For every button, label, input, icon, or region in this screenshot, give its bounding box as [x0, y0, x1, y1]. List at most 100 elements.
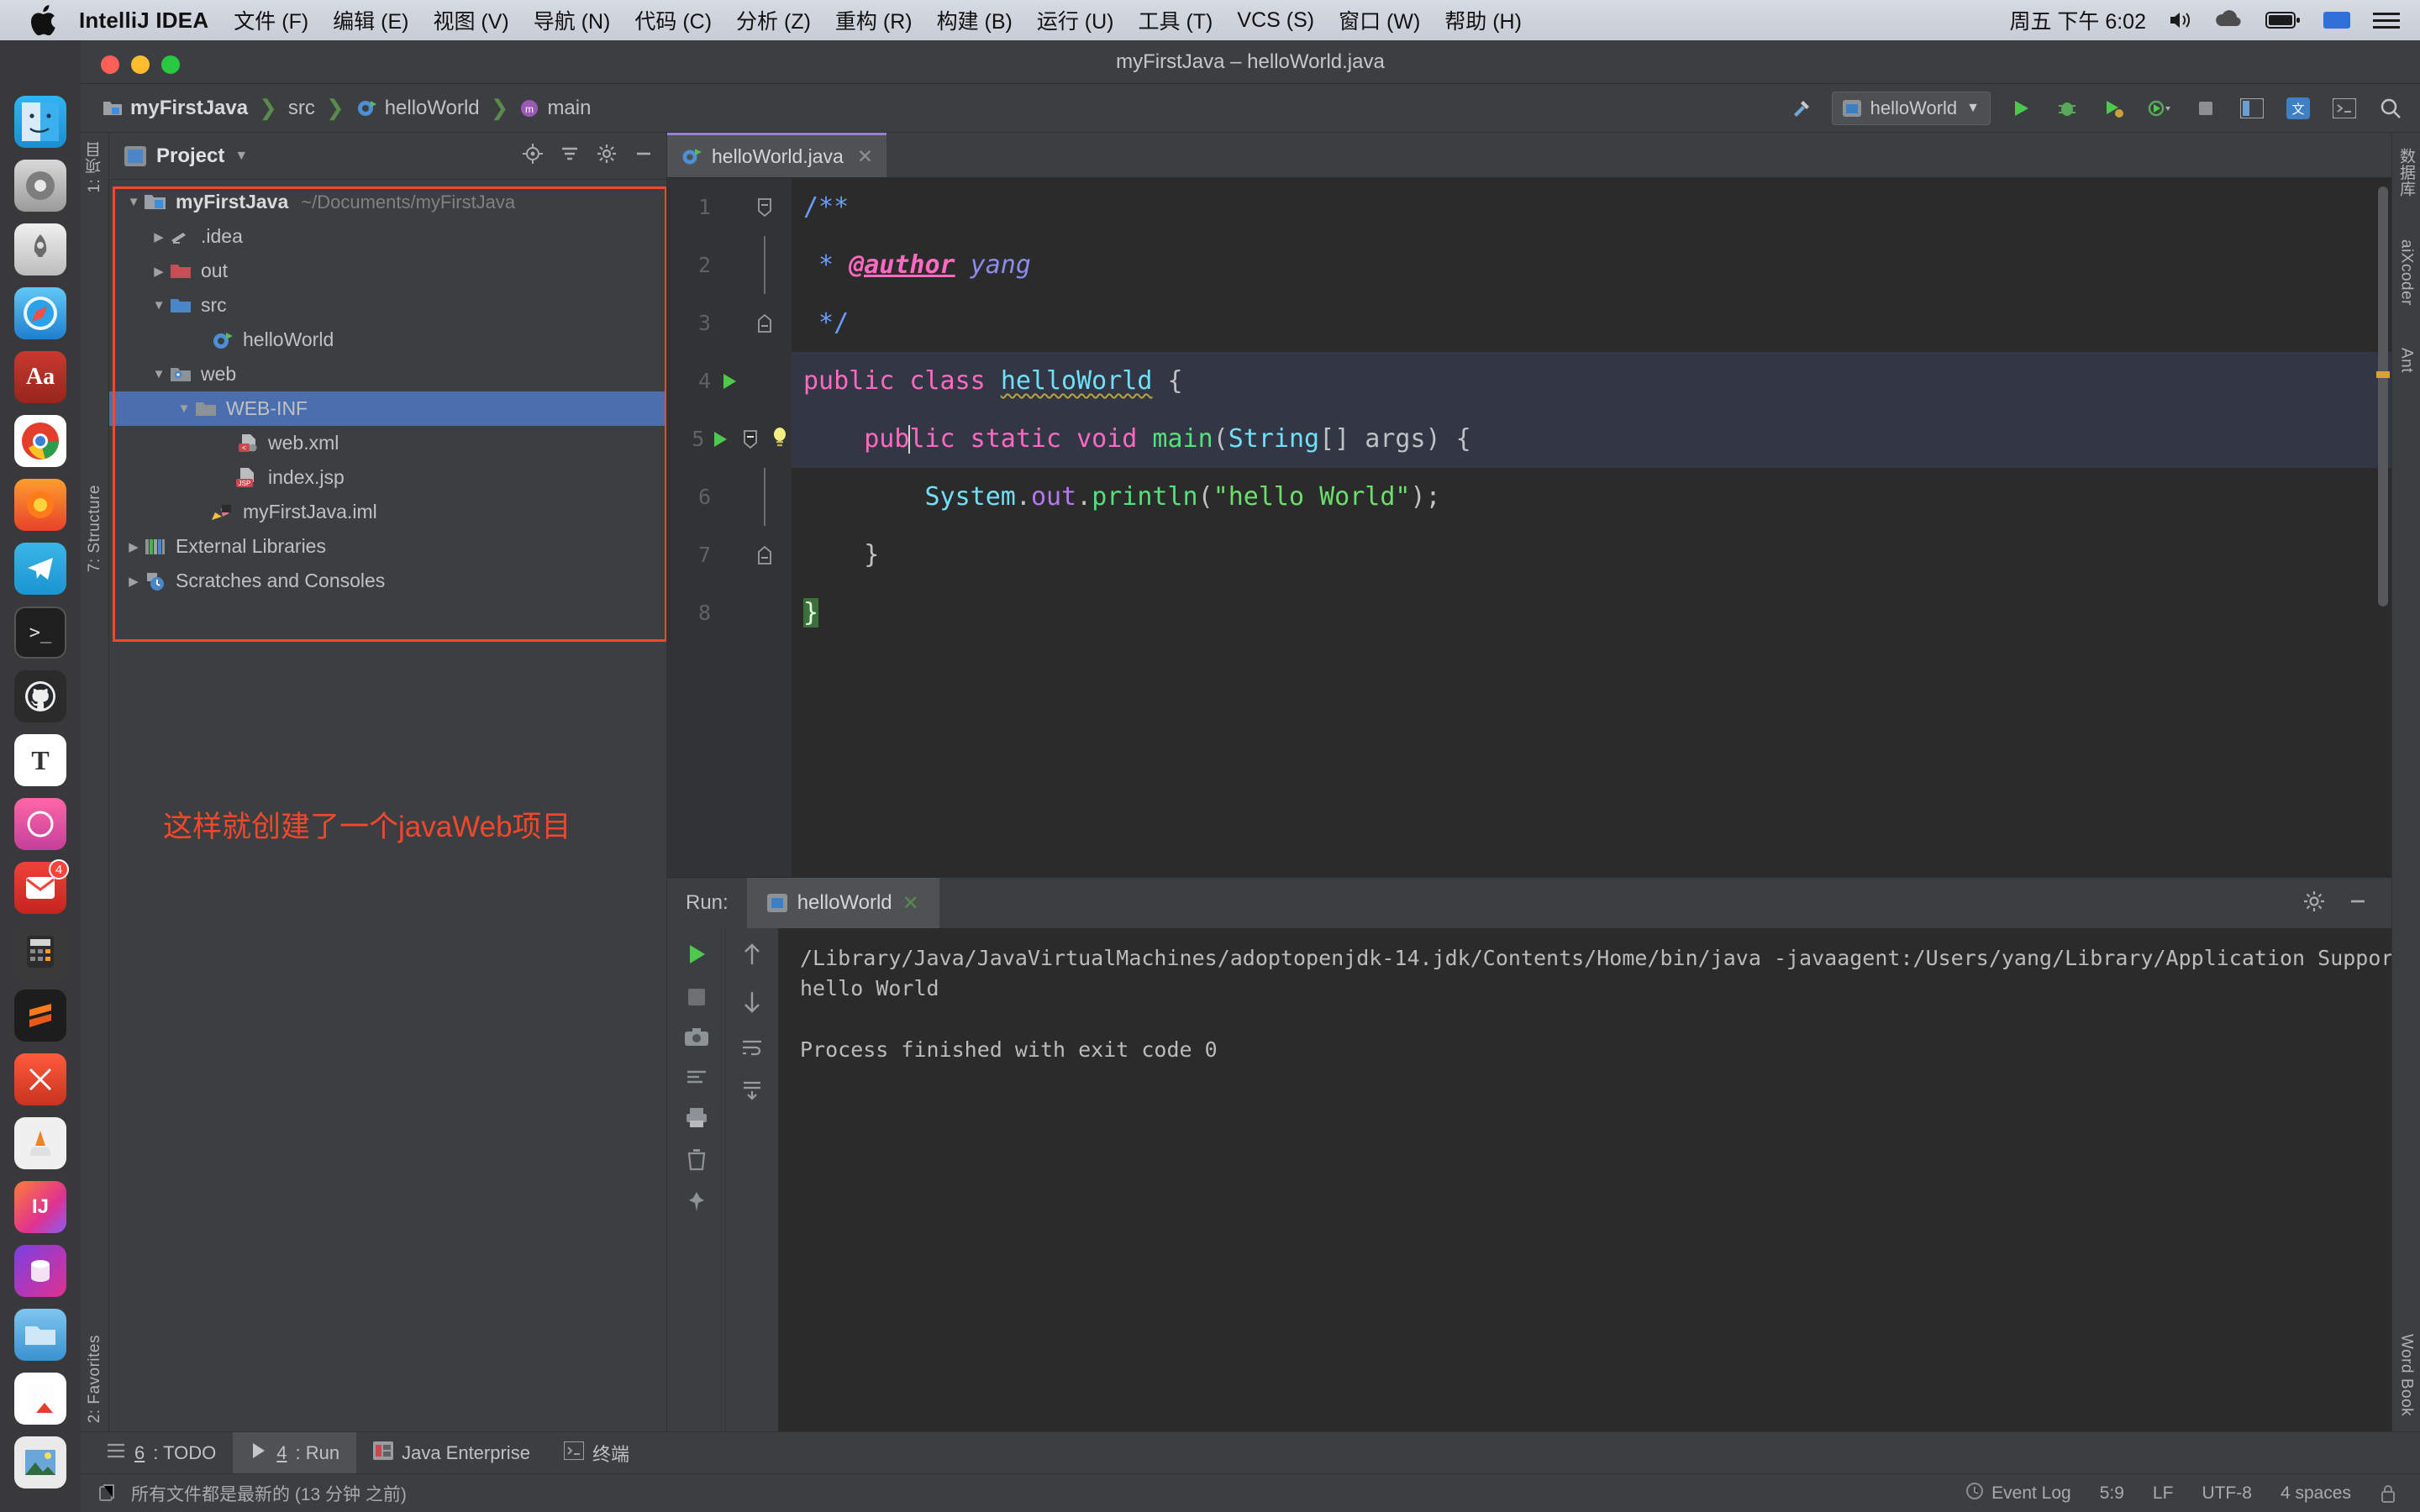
expand-arrow-icon[interactable]: ▼: [175, 402, 193, 416]
menu-item-edit[interactable]: 编辑 (E): [333, 5, 408, 35]
dock-system-preferences-icon[interactable]: [14, 160, 66, 212]
tool-button-aixcoder[interactable]: aiXcoder: [2397, 239, 2416, 306]
terminal-icon[interactable]: [2328, 92, 2360, 124]
code-text-area[interactable]: /** * @author yang */ public class hello…: [792, 178, 2391, 877]
breadcrumb-class[interactable]: helloWorld: [355, 97, 480, 120]
tree-row-web-xml[interactable]: ▶ < web.xml: [109, 426, 666, 460]
tree-row-scratches[interactable]: ▶ Scratches and Consoles: [109, 564, 666, 598]
dock-design-icon[interactable]: [14, 798, 66, 850]
up-icon[interactable]: [741, 942, 763, 971]
minimize-window-button[interactable]: [131, 55, 150, 74]
fold-marker-icon[interactable]: [748, 197, 781, 218]
tool-window-java-enterprise[interactable]: Java Enterprise: [356, 1432, 547, 1474]
tool-button-favorites[interactable]: 2: Favorites: [86, 1335, 104, 1423]
menu-clock[interactable]: 周五 下午 6:02: [2009, 5, 2146, 35]
run-tab-helloworld[interactable]: helloWorld ✕: [746, 878, 939, 928]
dock-xmind-icon[interactable]: [14, 1053, 66, 1105]
print-icon[interactable]: [685, 1106, 708, 1132]
dock-photos-icon[interactable]: [14, 1436, 66, 1488]
menu-item-navigate[interactable]: 导航 (N): [534, 5, 611, 35]
minimize-icon[interactable]: [2346, 890, 2370, 917]
tree-row-idea[interactable]: ▶ .idea: [109, 219, 666, 254]
dock-telegram-icon[interactable]: [14, 543, 66, 595]
chevron-down-icon[interactable]: ▼: [234, 149, 248, 164]
menu-app-name[interactable]: IntelliJ IDEA: [79, 8, 208, 34]
event-log-button[interactable]: Event Log: [1965, 1482, 2071, 1505]
dock-terminal-icon[interactable]: >_: [14, 606, 66, 659]
stop-icon[interactable]: [686, 986, 708, 1012]
soft-wrap-icon[interactable]: [740, 1037, 764, 1062]
run-configuration-selector[interactable]: helloWorld ▼: [1831, 91, 1991, 125]
settings-icon[interactable]: [2302, 890, 2326, 917]
menu-item-file[interactable]: 文件 (F): [234, 5, 308, 35]
lock-icon[interactable]: [2380, 1483, 2396, 1504]
expand-arrow-icon[interactable]: ▶: [150, 264, 168, 279]
dock-typora-icon[interactable]: T: [14, 734, 66, 786]
menu-item-window[interactable]: 窗口 (W): [1339, 5, 1420, 35]
expand-arrow-icon[interactable]: ▼: [150, 298, 168, 312]
tool-window-terminal[interactable]: 终端: [547, 1432, 646, 1474]
tool-button-ant[interactable]: Ant: [2397, 348, 2416, 373]
tree-row-external-libraries[interactable]: ▶ External Libraries: [109, 529, 666, 564]
status-indent[interactable]: 4 spaces: [2281, 1483, 2351, 1504]
profile-icon[interactable]: [2144, 92, 2175, 124]
expand-arrow-icon[interactable]: ▼: [150, 367, 168, 381]
trash-icon[interactable]: [686, 1147, 708, 1175]
status-caret-position[interactable]: 5:9: [2100, 1483, 2124, 1504]
stop-icon[interactable]: [2190, 92, 2222, 124]
locate-icon[interactable]: [522, 143, 544, 169]
fold-marker-icon[interactable]: [736, 428, 765, 450]
control-center-icon[interactable]: [2373, 10, 2400, 30]
tool-button-wordbook[interactable]: Word Book: [2397, 1334, 2416, 1416]
settings-icon[interactable]: [596, 143, 618, 169]
dock-firefox-icon[interactable]: [14, 479, 66, 531]
tree-row-src[interactable]: ▼ src: [109, 288, 666, 323]
dock-chrome-icon[interactable]: [14, 415, 66, 467]
menu-item-refactor[interactable]: 重构 (R): [835, 5, 913, 35]
build-icon[interactable]: [1786, 92, 1818, 124]
dock-vlc-icon[interactable]: [14, 1117, 66, 1169]
run-line-icon[interactable]: [704, 429, 736, 449]
breadcrumb-src[interactable]: src: [288, 97, 315, 120]
editor-scrollbar[interactable]: [2378, 186, 2388, 606]
editor-error-stripe-mark[interactable]: [2376, 371, 2390, 378]
trace-icon[interactable]: [685, 1067, 708, 1091]
cloud-icon[interactable]: [2215, 10, 2244, 30]
tree-row-myfirstjava[interactable]: ▼ myFirstJava ~/Documents/myFirstJava: [109, 185, 666, 219]
scroll-end-icon[interactable]: [740, 1080, 764, 1106]
dock-sublime-icon[interactable]: [14, 990, 66, 1042]
menu-item-vcs[interactable]: VCS (S): [1237, 8, 1314, 33]
tree-row-index-jsp[interactable]: ▶ JSP index.jsp: [109, 460, 666, 495]
tree-row-helloworld[interactable]: ▶ helloWorld: [109, 323, 666, 357]
editor-gutter[interactable]: 1 2 3 4 5 6 7 8: [667, 178, 792, 877]
editor-tab-helloworld[interactable]: helloWorld.java ✕: [667, 133, 887, 177]
tool-button-structure[interactable]: 7: Structure: [86, 485, 104, 572]
expand-arrow-icon[interactable]: ▶: [124, 574, 143, 589]
expand-arrow-icon[interactable]: ▶: [124, 539, 143, 554]
close-icon[interactable]: ✕: [902, 891, 919, 916]
search-icon[interactable]: [2375, 92, 2407, 124]
close-window-button[interactable]: [101, 55, 119, 74]
dock-finder-icon[interactable]: [14, 96, 66, 148]
volume-icon[interactable]: [2168, 9, 2193, 31]
menu-item-run[interactable]: 运行 (U): [1037, 5, 1114, 35]
run-line-icon[interactable]: [711, 371, 748, 391]
down-icon[interactable]: [741, 990, 763, 1019]
intention-bulb-icon[interactable]: [768, 425, 792, 453]
display-icon[interactable]: [2323, 10, 2351, 30]
status-line-separator[interactable]: LF: [2153, 1483, 2174, 1504]
menu-item-view[interactable]: 视图 (V): [433, 5, 508, 35]
breadcrumb-method[interactable]: m main: [519, 97, 591, 120]
translate-icon[interactable]: 文: [2282, 92, 2314, 124]
code-editor[interactable]: 1 2 3 4 5 6 7 8 /** * @author yang */ pu…: [667, 178, 2391, 877]
camera-icon[interactable]: [684, 1027, 708, 1052]
dock-safari-icon[interactable]: [14, 287, 66, 339]
maximize-window-button[interactable]: [161, 55, 180, 74]
dock-launchpad-icon[interactable]: [14, 223, 66, 276]
menu-item-analyze[interactable]: 分析 (Z): [736, 5, 811, 35]
tool-button-project[interactable]: 1: 项目: [83, 141, 106, 193]
run-console-output[interactable]: /Library/Java/JavaVirtualMachines/adopto…: [778, 928, 2391, 1431]
menu-item-tools[interactable]: 工具 (T): [1139, 5, 1213, 35]
dock-calculator-icon[interactable]: [14, 926, 66, 978]
hide-icon[interactable]: [633, 143, 655, 169]
